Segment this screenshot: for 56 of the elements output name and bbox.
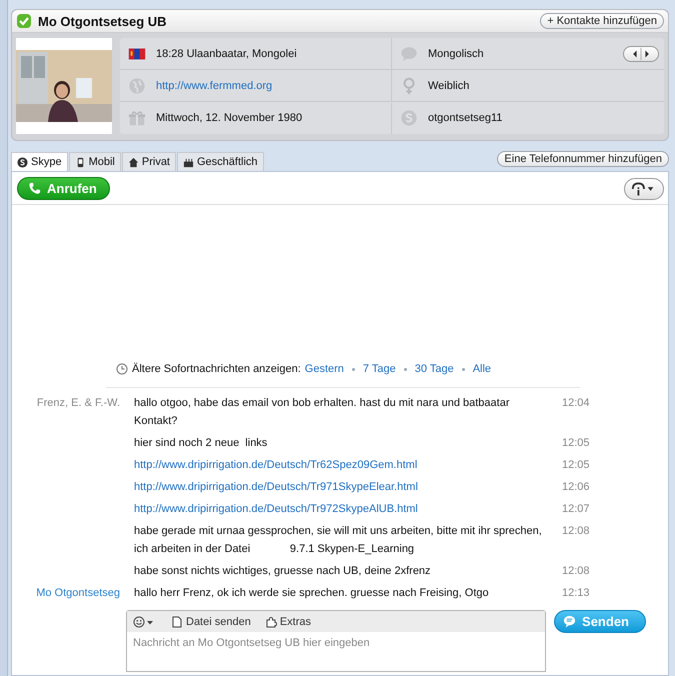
message-time: 12:07 [561,502,591,517]
building-icon [183,156,194,168]
message-time: 12:05 [561,458,591,473]
message-time: 12:08 [561,524,591,539]
phone-tab[interactable]: Geschäftlich [177,152,264,171]
phone-tab[interactable]: Privat [122,152,176,171]
message-time: 12:05 [561,436,591,451]
puzzle-icon [264,616,277,628]
message-time: 12:06 [561,480,591,495]
message-link[interactable]: http://www.dripirrigation.de/Deutsch/Tr971SkypeElear.html [134,478,546,496]
message-time: 12:04 [561,396,591,411]
chat-bubble-icon [563,615,576,628]
message-composer: Datei senden Extras Nachricht an Mo Otgontsetseg UB hier eingeben [126,610,546,672]
home-icon [128,156,139,168]
send-file-button[interactable]: Datei senden [171,616,251,628]
separator-dot [404,368,407,370]
history-period-link[interactable]: 30 Tage [414,363,454,375]
clock-icon [116,363,128,375]
profile-field: Mittwoch, 12. November 1980 [156,112,302,124]
document-icon [171,616,183,628]
add-phone-number-button[interactable]: Eine Telefonnummer hinzufügen [497,151,669,167]
history-label: Ältere Sofortnachrichten anzeigen: [132,363,301,375]
skype-icon [400,109,418,128]
phone-tab[interactable]: Mobil [68,152,121,171]
sender-name: Mo Otgontsetseg [35,586,121,601]
gift-icon [128,109,146,128]
history-period-link[interactable]: Alle [472,363,492,375]
profile-field: 18:28 Ulaanbaatar, Mongolei [156,48,297,60]
message-text: hallo herr Frenz, ok ich werde sie sprechen. gruesse nach Freising, Otgo [134,586,490,601]
profile-field: otgontsetseg11 [428,112,502,124]
phone-tab[interactable]: Skype [11,152,68,171]
message-text: hier sind noch 2 neue links [134,436,268,451]
message-time: 12:08 [561,564,591,579]
info-menu-button[interactable] [624,178,664,200]
skype-icon [17,156,28,168]
phone-icon [28,182,41,195]
previous-next-buttons[interactable] [623,46,659,62]
separator-dot [462,368,465,370]
message-text: habe sonst nichts wichtiges, gruesse nach UB, deine 2xfrenz [134,564,432,579]
message-text: hallo otgoo, habe das email von bob erhalten. hast du mit nara und batbaatar Kontakt? [134,396,510,429]
website-link[interactable]: http://www.fermmed.org [156,80,272,92]
add-contact-button[interactable]: + Kontakte hinzufügen [540,13,664,29]
separator-dot [352,368,355,370]
message-time: 12:13 [561,586,591,601]
message-link[interactable]: http://www.dripirrigation.de/Deutsch/Tr62Spez09Gem.html [134,456,546,474]
message-link[interactable]: http://www.dripirrigation.de/Deutsch/Tr972SkypeAlUB.html [134,500,546,518]
history-period-link[interactable]: Gestern [304,363,344,375]
call-button[interactable]: Anrufen [17,177,110,200]
history-period-link[interactable]: 7 Tage [362,363,396,375]
profile-field: Mongolisch [428,48,484,60]
extras-button[interactable]: Extras [264,616,312,628]
contact-name: Mo Otgontsetseg UB [38,14,168,28]
speech-bubble-icon [400,44,418,62]
globe-icon [128,76,146,95]
profile-field: Weiblich [428,80,470,92]
sender-name: Frenz, E. & F.-W. [36,396,121,411]
